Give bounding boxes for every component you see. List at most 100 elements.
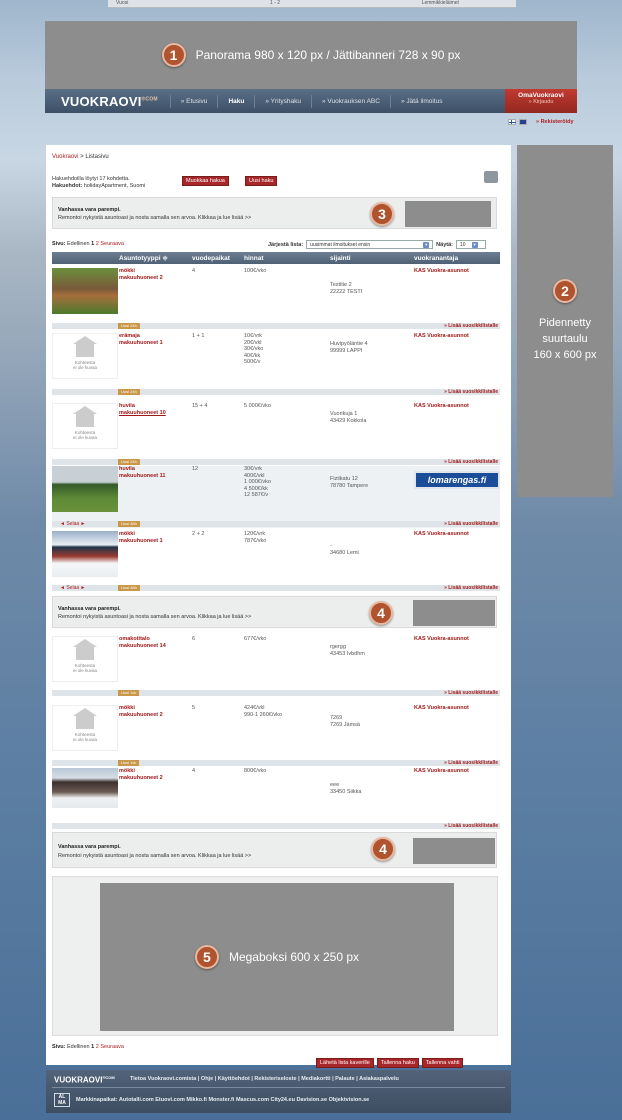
listing-landlord[interactable]: KAS Vuokra-asunnot [414, 403, 469, 409]
add-favourite-link[interactable]: » Lisää suosikkilistalle [444, 760, 498, 766]
listing-landlord[interactable]: KAS Vuokra-asunnot [414, 705, 469, 711]
promo-box[interactable]: Vanhassa vara parempi. Remontoi nykyistä… [52, 596, 497, 628]
footer-divider [52, 1087, 505, 1088]
house-icon [73, 335, 97, 357]
no-image-placeholder: Kohteesta ei ole kuvaa [52, 636, 118, 682]
listing-landlord[interactable]: KAS Vuokra-asunnot [414, 636, 469, 642]
new-search-button[interactable]: Uusi haku [245, 176, 278, 186]
house-icon [73, 707, 97, 729]
listing-rooms[interactable]: makuuhuoneet 11 [119, 473, 165, 480]
side-skyscraper-ad[interactable]: 2 Pidennetty suurtaulu 160 x 600 px [517, 145, 613, 497]
show-value: 10 [459, 241, 466, 248]
result-summary: Hakuehdoilla löytyi 17 kohdetta. Hakuehd… [52, 176, 145, 189]
add-favourite-link[interactable]: » Lisää suosikkilistalle [444, 690, 498, 696]
promo-box[interactable]: Vanhassa vara parempi. Remontoi nykyistä… [52, 197, 497, 229]
english-flag-icon[interactable] [519, 119, 527, 125]
col-type[interactable]: Asuntotyyppi ≑ [119, 254, 168, 262]
nav-home[interactable]: » Etusivu [169, 94, 218, 108]
side-ad-label-1: Pidennetty [539, 317, 591, 329]
megabox-ad-slot[interactable]: 5 Megaboksi 600 x 250 px [100, 883, 454, 1031]
save-search-button[interactable]: Tallenna haku [376, 1058, 419, 1068]
listing-landlord[interactable]: KAS Vuokra-asunnot [414, 333, 469, 339]
add-favourite-link[interactable]: » Lisää suosikkilistalle [444, 389, 498, 395]
marketplace-links[interactable]: Markkinapaikat: Autotalli.com Etuovi.com… [76, 1097, 369, 1103]
pager-next[interactable]: Seuraava [100, 241, 124, 247]
row-footer: » Lisää suosikkilistalle [52, 823, 500, 829]
login-link[interactable]: » Kirjaudu [505, 99, 577, 105]
nav-leave-ad[interactable]: » Jätä ilmoitus [389, 94, 453, 108]
oma-vuokraovi-button[interactable]: OmaVuokraovi » Kirjaudu [505, 89, 577, 113]
listing-rooms[interactable]: makuuhuoneet 10 [119, 410, 166, 417]
promo-ad-slot[interactable] [413, 600, 495, 626]
listing-photo[interactable] [52, 531, 118, 577]
promo-box[interactable]: Vanhassa vara parempi. Remontoi nykyistä… [52, 832, 497, 868]
listing-photo[interactable] [52, 268, 118, 314]
listing-rooms[interactable]: makuuhuoneet 2 [119, 275, 163, 282]
listing-beds: 15 + 4 [192, 403, 208, 409]
new-badge: Uusi 24h [118, 459, 140, 465]
row-footer: Uusi 24h » Lisää suosikkilistalle [52, 389, 500, 395]
site-logo[interactable]: VUOKRAOVI®COM [45, 94, 170, 109]
listing-rooms[interactable]: makuuhuoneet 14 [119, 643, 166, 650]
add-favourite-link[interactable]: » Lisää suosikkilistalle [444, 823, 498, 829]
listing-photo[interactable] [52, 768, 118, 808]
table-row[interactable]: mökki makuuhuoneet 2 4 800€/vko eee 33450 … [52, 768, 500, 831]
pager-prev[interactable]: Edellinen [67, 241, 90, 247]
nav-company-search[interactable]: » Yrityshaku [254, 94, 311, 108]
browse-photos[interactable]: ◄ Selaa ► [60, 521, 85, 527]
oma-title: OmaVuokraovi [518, 92, 564, 99]
send-list-button[interactable]: Lähetä lista kaverille [316, 1058, 374, 1068]
megabox-ad: 5 Megaboksi 600 x 250 px [52, 876, 498, 1036]
add-favourite-link[interactable]: » Lisää suosikkilistalle [444, 585, 498, 591]
register-link[interactable]: » Rekisteröidy [536, 119, 574, 125]
lomarengas-logo[interactable]: lomarengas.fi [414, 471, 500, 489]
listing-landlord[interactable]: KAS Vuokra-asunnot [414, 531, 469, 537]
listing-beds: 4 [192, 768, 196, 774]
listing-rooms[interactable]: makuuhuoneet 2 [119, 712, 163, 719]
nav-abc[interactable]: » Vuokrauksen ABC [311, 94, 390, 108]
add-favourite-link[interactable]: » Lisää suosikkilistalle [444, 459, 498, 465]
add-favourite-link[interactable]: » Lisää suosikkilistalle [444, 521, 498, 527]
table-row[interactable]: Kohteesta ei ole kuvaa erämaja makuuhuone… [52, 333, 500, 396]
listing-rooms[interactable]: makuuhuoneet 2 [119, 775, 163, 782]
listing-landlord[interactable]: KAS Vuokra-asunnot [414, 768, 469, 774]
sort-select[interactable]: uusimmat ilmoitukset ensin ▼ [306, 240, 434, 249]
footer-links[interactable]: Tietoa Vuokraovi.comista | Ohje | Käyttö… [130, 1076, 399, 1082]
table-row[interactable]: Kohteesta ei ole kuvaa huvila makuuhuonee… [52, 403, 500, 466]
table-row[interactable]: Kohteesta ei ole kuvaa mökki makuuhuoneet… [52, 705, 500, 768]
breadcrumb-home-link[interactable]: Vuokraovi [52, 154, 78, 160]
table-row[interactable]: huvila makuuhuoneet 11 12 30€/vrk 400€/vk… [52, 466, 500, 528]
listing-rooms[interactable]: makuuhuoneet 1 [119, 340, 163, 347]
ad-number-badge: 4 [371, 837, 395, 861]
listing-rooms[interactable]: makuuhuoneet 1 [119, 538, 163, 545]
show-select[interactable]: 10 ▼ [455, 240, 486, 249]
promo-ad-slot[interactable] [413, 838, 495, 864]
footer-logo-text: VUOKRAOVI [54, 1075, 103, 1085]
listing-landlord[interactable]: KAS Vuokra-asunnot [414, 268, 469, 274]
browse-photos[interactable]: ◄ Selaa ► [60, 585, 85, 591]
no-image-placeholder: Kohteesta ei ole kuvaa [52, 705, 118, 751]
panorama-ad[interactable]: 1 Panorama 980 x 120 px / Jättibanneri 7… [45, 21, 577, 89]
print-icon[interactable] [484, 171, 498, 183]
table-row[interactable]: Kohteesta ei ole kuvaa omakotitalo makuuh… [52, 636, 500, 699]
criteria-value: holidayApartment, Suomi [82, 182, 146, 189]
finnish-flag-icon[interactable] [508, 119, 516, 125]
market-list[interactable]: Autotalli.com Etuovi.com Mikko.fi Monste… [118, 1097, 369, 1103]
pager-page-2[interactable]: 2 [96, 241, 99, 247]
listing-photo[interactable] [52, 466, 118, 512]
listing-postal: 34680 Lemi [330, 549, 359, 556]
pager-prev[interactable]: Edellinen [67, 1044, 90, 1050]
table-row[interactable]: mökki makuuhuoneet 2 4 100€/vko Testitie … [52, 268, 500, 331]
add-favourite-link[interactable]: » Lisää suosikkilistalle [444, 323, 498, 329]
pager-page-2[interactable]: 2 [96, 1044, 99, 1050]
nav-search[interactable]: Haku [217, 94, 254, 108]
edit-search-button[interactable]: Muokkaa hakua [182, 176, 229, 186]
table-row[interactable]: mökki makuuhuoneet 1 2 + 2 120€/vrk 787€/… [52, 531, 500, 593]
listing-price: 677€/vko [244, 636, 267, 642]
promo-ad-slot[interactable] [405, 201, 491, 227]
footer-logo[interactable]: VUOKRAOVI®COM [54, 1075, 115, 1085]
save-watch-button[interactable]: Tallenna vahti [421, 1058, 464, 1068]
row-footer: ◄ Selaa ► Uusi 48h » Lisää suosikkilista… [52, 585, 500, 591]
pager-next[interactable]: Seuraava [100, 1044, 124, 1050]
row-footer: ◄ Selaa ► Uusi 48h » Lisää suosikkilista… [52, 521, 500, 527]
